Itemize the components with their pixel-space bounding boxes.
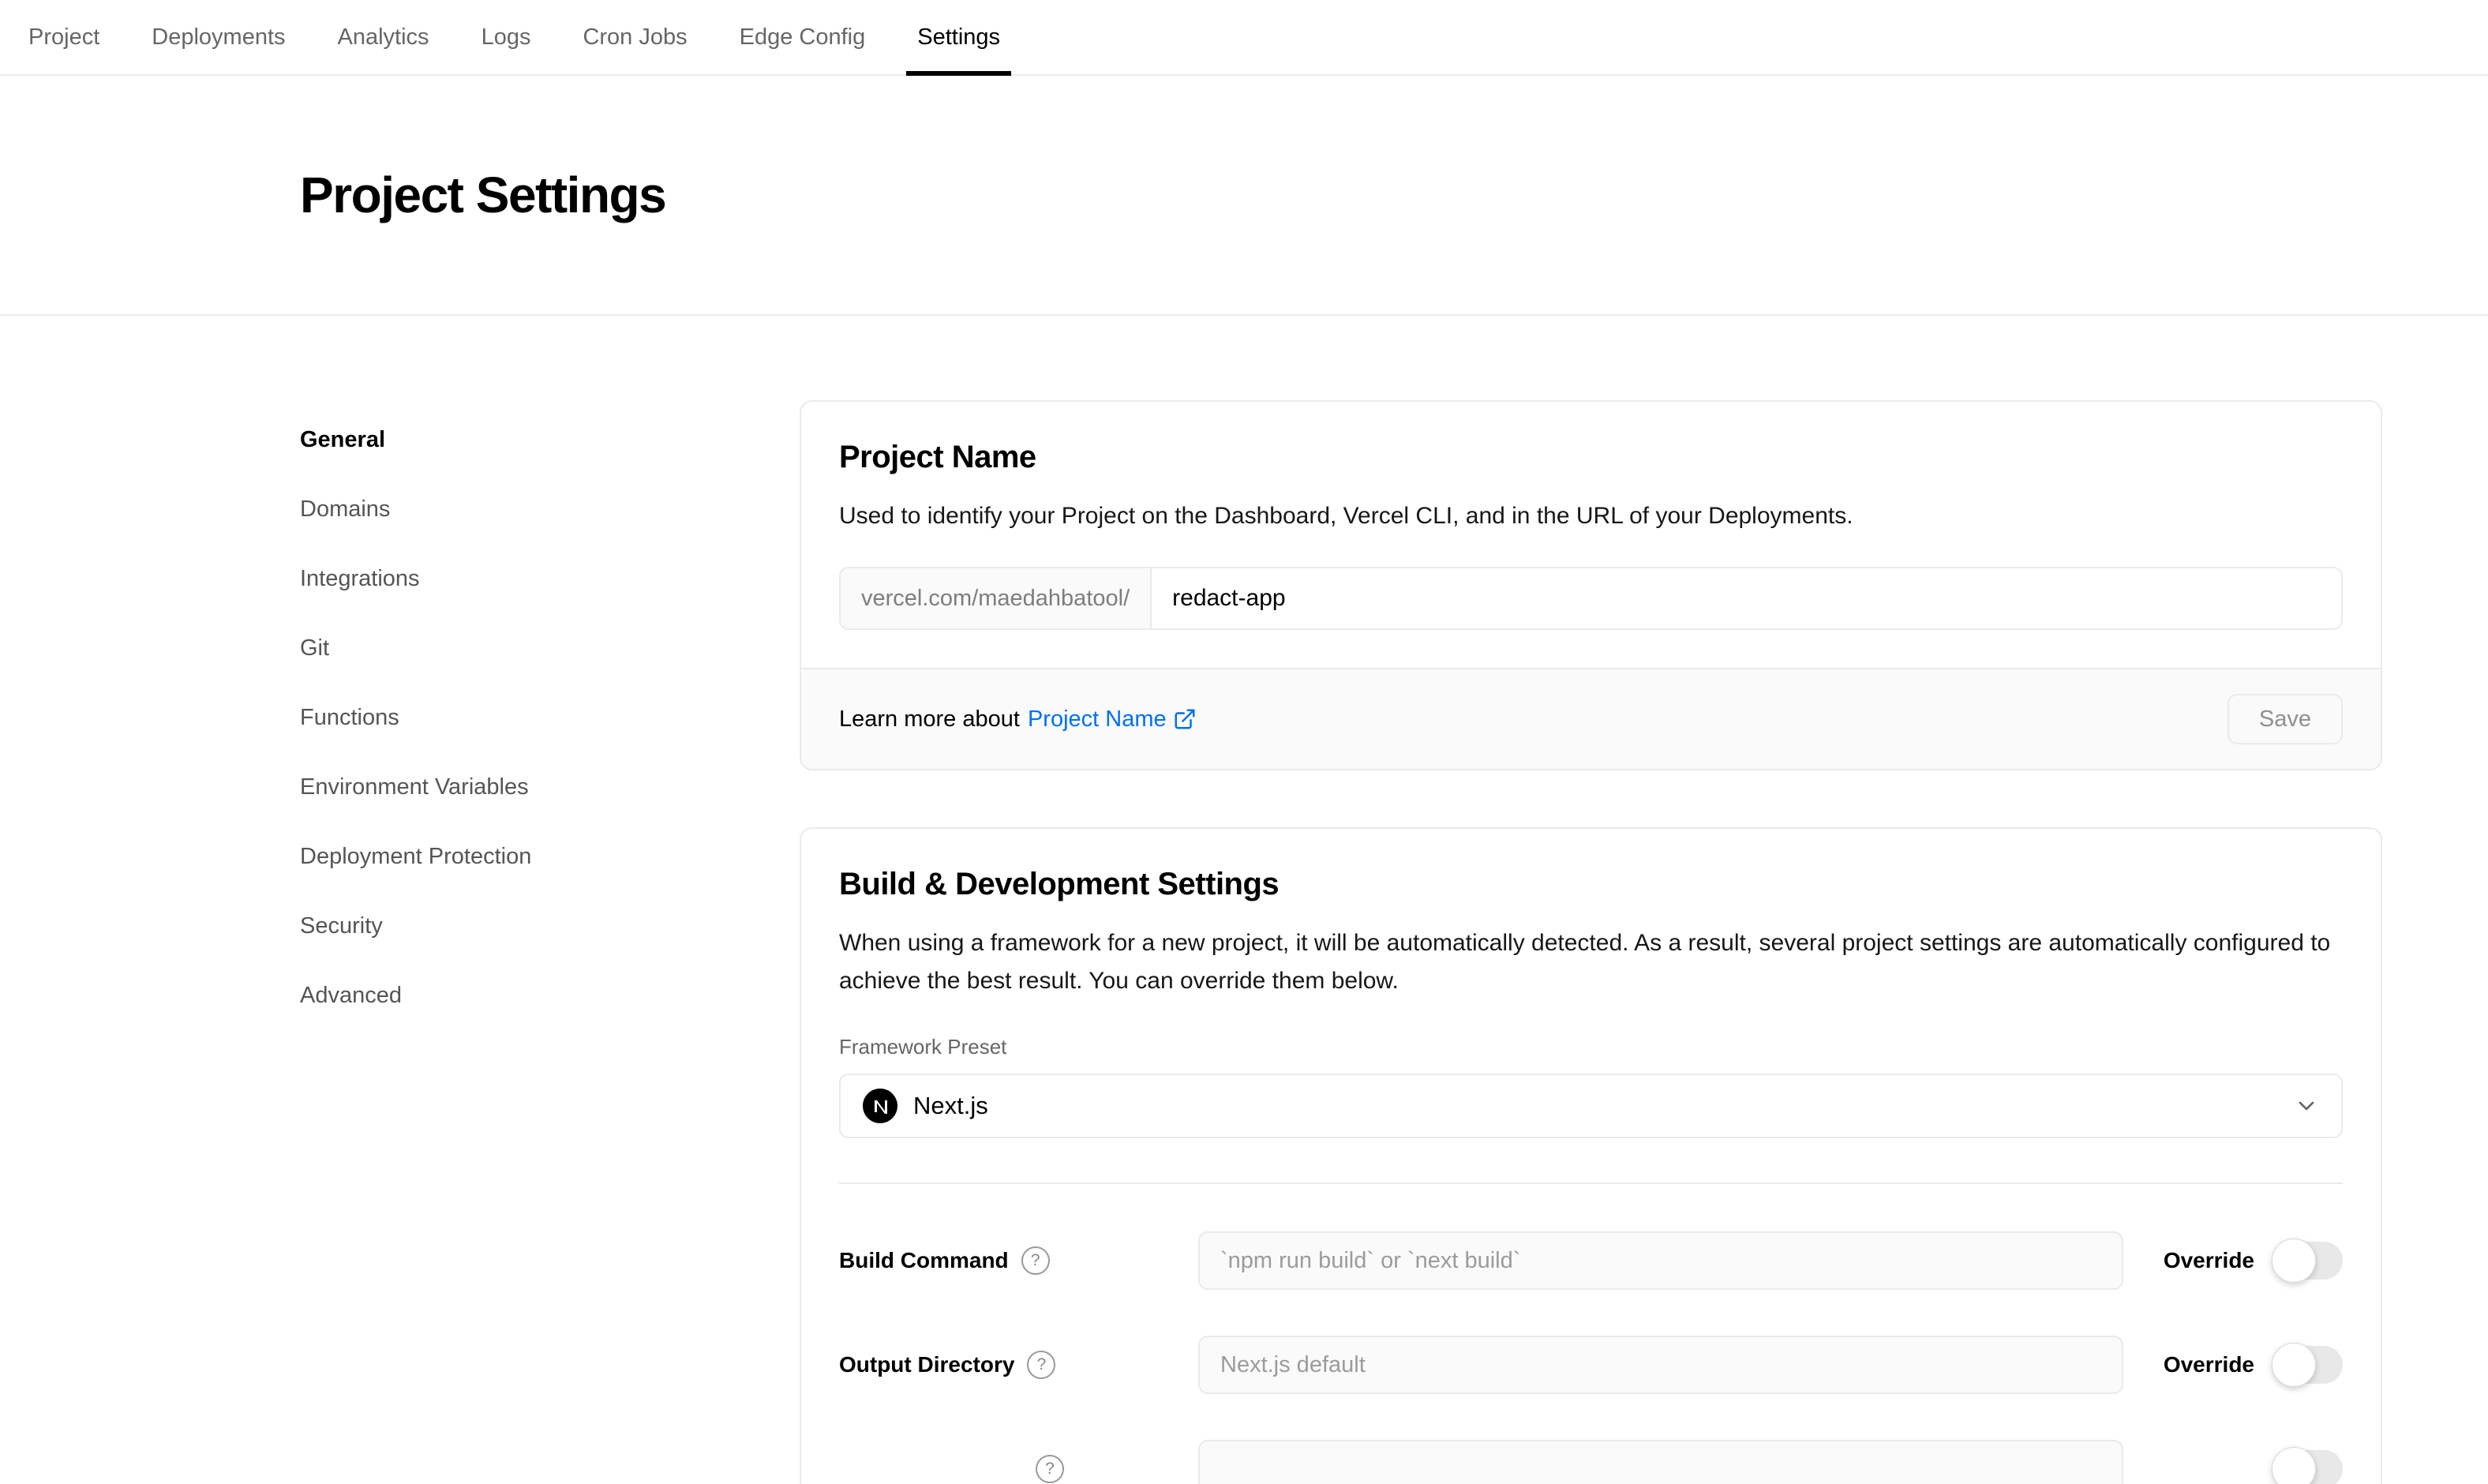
override-toggle[interactable] [2273,1450,2343,1484]
build-settings-divider [839,1182,2343,1184]
sidebar-item-environment-variables[interactable]: Environment Variables [300,765,800,809]
settings-main: Project Name Used to identify your Proje… [800,400,2382,1484]
external-link-icon [1173,707,1197,731]
tab-analytics[interactable]: Analytics [335,0,433,74]
build-settings-card: Build & Development Settings When using … [800,827,2382,1484]
toggle-knob [2272,1343,2316,1387]
sidebar-item-general[interactable]: General [300,418,800,462]
settings-sidebar: General Domains Integrations Git Functio… [300,400,800,1484]
framework-preset-value: Next.js [913,1092,988,1120]
sidebar-item-domains[interactable]: Domains [300,487,800,531]
framework-preset-select[interactable]: Next.js [839,1074,2343,1138]
sidebar-item-integrations[interactable]: Integrations [300,556,800,601]
help-icon[interactable]: ? [1027,1351,1055,1379]
output-directory-label: Output Directory [839,1352,1014,1377]
build-settings-title: Build & Development Settings [839,867,2343,902]
project-name-input-group: vercel.com/maedahbatool/ [839,567,2343,630]
output-directory-input[interactable] [1198,1336,2123,1394]
learn-more-text: Learn more about [839,706,1020,733]
project-name-docs-link[interactable]: Project Name [1028,706,1197,733]
project-name-description: Used to identify your Project on the Das… [839,497,2343,535]
tab-project[interactable]: Project [25,0,103,74]
install-command-row-partial: ? [839,1440,2343,1484]
setting-input[interactable] [1198,1440,2123,1484]
build-command-row: Build Command ? Override [839,1231,2343,1290]
sidebar-item-functions[interactable]: Functions [300,695,800,740]
toggle-knob [2272,1239,2316,1283]
page-header: Project Settings [0,76,2488,316]
project-name-card-footer: Learn more about Project Name Save [801,668,2381,769]
help-icon[interactable]: ? [1021,1246,1050,1275]
tab-deployments[interactable]: Deployments [148,0,288,74]
page-title: Project Settings [300,166,665,224]
output-directory-row: Output Directory ? Override [839,1336,2343,1394]
project-name-input[interactable] [1152,568,2341,628]
help-icon[interactable]: ? [1036,1455,1064,1483]
build-settings-description: When using a framework for a new project… [839,924,2343,1000]
sidebar-item-git[interactable]: Git [300,626,800,670]
build-command-label: Build Command [839,1248,1009,1273]
tab-edge-config[interactable]: Edge Config [736,0,869,74]
build-command-input[interactable] [1198,1231,2123,1290]
build-command-override-toggle[interactable] [2273,1242,2343,1280]
tab-cron-jobs[interactable]: Cron Jobs [579,0,690,74]
output-directory-override-label: Override [2164,1352,2254,1377]
output-directory-override-toggle[interactable] [2273,1346,2343,1384]
tab-settings[interactable]: Settings [914,0,1003,74]
toggle-knob [2272,1447,2316,1484]
sidebar-item-deployment-protection[interactable]: Deployment Protection [300,834,800,879]
project-name-card: Project Name Used to identify your Proje… [800,400,2382,770]
chevron-down-icon [2294,1093,2319,1119]
project-name-title: Project Name [839,440,2343,475]
framework-preset-label: Framework Preset [839,1035,2343,1059]
settings-content: General Domains Integrations Git Functio… [0,316,2488,1484]
project-name-url-prefix: vercel.com/maedahbatool/ [841,568,1152,628]
save-button[interactable]: Save [2228,694,2343,744]
sidebar-item-security[interactable]: Security [300,904,800,948]
tab-logs[interactable]: Logs [478,0,534,74]
nextjs-logo-icon [863,1089,897,1123]
sidebar-item-advanced[interactable]: Advanced [300,973,800,1017]
project-name-learn-more: Learn more about Project Name [839,706,1197,733]
build-command-override-label: Override [2164,1248,2254,1273]
project-top-nav: Project Deployments Analytics Logs Cron … [0,0,2488,76]
